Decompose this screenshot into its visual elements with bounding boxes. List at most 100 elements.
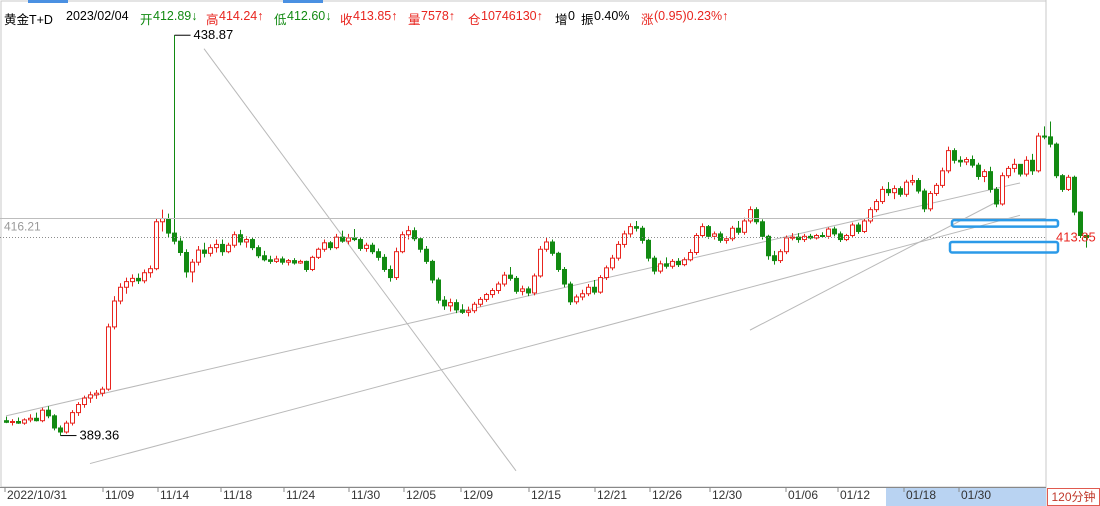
candle-body (430, 260, 435, 281)
candle-body (664, 263, 669, 267)
candle-body (478, 298, 483, 305)
candle (1036, 132, 1041, 173)
candle-body (892, 188, 897, 194)
candle-body (136, 277, 141, 282)
candle-body (490, 290, 495, 296)
candle-body (376, 251, 381, 258)
x-tick-label: 12/21 (597, 488, 627, 502)
candle-body (538, 248, 543, 277)
candle-body (64, 422, 69, 433)
candle-body (226, 244, 231, 253)
candle (568, 281, 573, 306)
close-label: 收 (340, 13, 353, 27)
candle-body (694, 235, 699, 254)
candle-body (154, 221, 159, 270)
candle-body (1000, 175, 1005, 205)
candle (514, 275, 519, 294)
candle-body (10, 421, 15, 424)
candle-body (238, 234, 243, 243)
candle-body (352, 237, 357, 241)
x-tick-label: 12/30 (712, 488, 742, 502)
candle-body (640, 227, 645, 241)
candle (928, 191, 933, 212)
candle (436, 277, 441, 304)
candle-body (784, 237, 789, 253)
top-scroll-handle-left[interactable] (28, 0, 68, 3)
top-scroll-handle-mid[interactable] (283, 0, 323, 3)
candle-body (124, 281, 129, 288)
candle (916, 178, 921, 194)
close-value: 413.85↑ (353, 9, 398, 23)
candle-body (196, 249, 201, 263)
candlestick-chart[interactable]: 416.21 413.85 438.87 389.36 2022/10/31 11/09… (0, 0, 1100, 506)
candle-body (82, 397, 87, 406)
candle-body (754, 209, 759, 223)
candle (694, 233, 699, 255)
low-value: 412.60↓ (287, 9, 332, 23)
candle-body (298, 260, 303, 264)
candle-body (646, 239, 651, 259)
candle (532, 273, 537, 296)
candle-body (940, 170, 945, 186)
candle-body (370, 244, 375, 253)
candle-body (952, 150, 957, 161)
candle-body (88, 394, 93, 399)
candle-body (682, 259, 687, 266)
candle-body (946, 150, 951, 172)
candle-body (286, 260, 291, 263)
candle-body (526, 288, 531, 294)
candle-body (460, 309, 465, 313)
candle-body (670, 260, 675, 267)
increase-value: 0 (568, 9, 575, 23)
x-tick-label: 12/15 (531, 488, 561, 502)
candle-body (760, 221, 765, 237)
candle-body (1030, 159, 1035, 172)
candle-body (916, 180, 921, 192)
candle (310, 255, 315, 272)
x-tick-label: 12/09 (463, 488, 493, 502)
candle-body (1066, 176, 1071, 190)
candle-body (604, 267, 609, 279)
candle-body (1024, 159, 1029, 175)
candle-body (388, 268, 393, 279)
candle-body (250, 239, 255, 249)
candle (106, 323, 111, 391)
candle-body (466, 310, 471, 313)
candle (850, 222, 855, 238)
amplitude-label: 振 (581, 13, 594, 27)
candle-body (820, 235, 825, 238)
candle-body (142, 272, 147, 282)
candle-body (880, 188, 885, 203)
candle (256, 245, 261, 259)
period-button[interactable]: 120分钟 (1047, 488, 1100, 506)
candle-body (736, 227, 741, 233)
candle-body (406, 230, 411, 236)
candle-body (448, 302, 453, 307)
candle-body (610, 257, 615, 269)
candle-body (208, 247, 213, 254)
change-value: (0.95)0.23%↑ (654, 9, 729, 23)
instrument-name: 黄金T+D (4, 13, 53, 27)
candle (778, 249, 783, 264)
candle (652, 255, 657, 275)
x-tick-label: 01/18 (906, 488, 936, 502)
candle-body (922, 190, 927, 210)
candle-body (112, 300, 117, 328)
candle-body (16, 421, 21, 424)
candle-body (712, 233, 717, 237)
candle-body (616, 243, 621, 259)
candle (1066, 174, 1071, 192)
candle-body (838, 233, 843, 241)
candle-body (970, 159, 975, 166)
candle-body (556, 252, 561, 270)
max-price-label: 438.87 (194, 27, 234, 42)
candle-body (424, 248, 429, 262)
crosshair-price-label: 416.21 (4, 219, 41, 233)
x-tick-label: 01/06 (788, 488, 818, 502)
candle-body (274, 258, 279, 262)
candle (358, 237, 363, 251)
candle-body (58, 427, 63, 433)
candle-body (262, 255, 267, 261)
candle (760, 219, 765, 240)
candle-body (868, 209, 873, 222)
